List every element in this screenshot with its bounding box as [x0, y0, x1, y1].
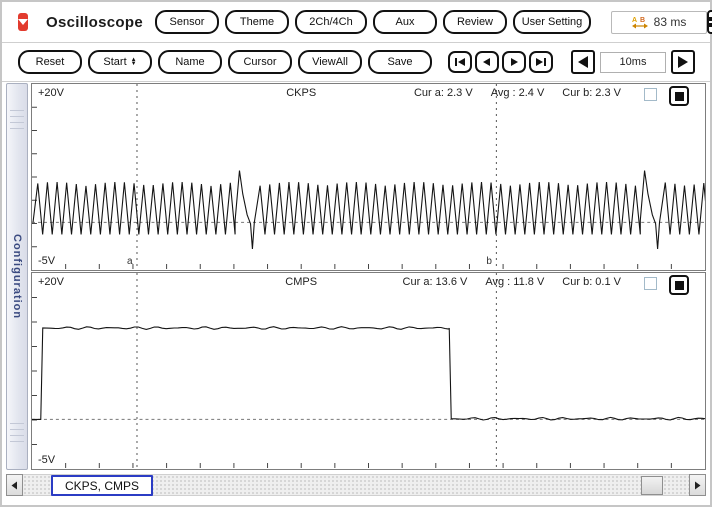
avg-value: Avg : 2.4 V	[491, 87, 545, 99]
save-button[interactable]: Save	[368, 50, 432, 74]
skip-to-end-icon	[535, 57, 547, 67]
viewall-button[interactable]: ViewAll	[298, 50, 362, 74]
channel-list-label: CKPS, CMPS	[51, 475, 153, 496]
cmps-chart-plot[interactable]	[32, 273, 705, 469]
timebase-value: 10ms	[600, 52, 666, 73]
sensor-button[interactable]: Sensor	[155, 10, 219, 34]
channel-color-swatch	[675, 92, 684, 101]
measurement-row: Cur a: 2.3 V Avg : 2.4 V Cur b: 2.3 V	[414, 87, 621, 99]
cursor-a-marker[interactable]: a	[127, 256, 133, 267]
start-button-label: Start	[103, 56, 126, 68]
page-title: Oscilloscope	[46, 14, 143, 31]
timebase-increase-button[interactable]	[671, 50, 695, 74]
main-area: Configuration +20V CKPS Cur a: 2.3 V Avg…	[2, 83, 710, 470]
channel-color-swatch	[675, 281, 684, 290]
scroll-left-button[interactable]	[6, 474, 23, 496]
reset-button[interactable]: Reset	[18, 50, 82, 74]
y-min-label: -5V	[38, 255, 55, 267]
timebase-decrease-button[interactable]	[571, 50, 595, 74]
step-back-button[interactable]	[475, 51, 499, 73]
cmps-channel-panel: +20V CMPS Cur a: 13.6 V Avg : 11.8 V Cur…	[31, 272, 706, 470]
channel-mode-button[interactable]: 2Ch/4Ch	[295, 10, 367, 34]
scrollbar-thumb[interactable]	[641, 476, 663, 495]
step-forward-icon	[509, 57, 519, 67]
skip-to-end-button[interactable]	[529, 51, 553, 73]
skip-to-start-button[interactable]	[448, 51, 472, 73]
name-button[interactable]: Name	[158, 50, 222, 74]
left-arrow-icon	[577, 55, 589, 69]
y-max-label: +20V	[38, 276, 64, 288]
horizontal-scrollbar[interactable]: CKPS, CMPS	[23, 474, 689, 496]
channel-name: CKPS	[286, 87, 316, 99]
chart-stack: +20V CKPS Cur a: 2.3 V Avg : 2.4 V Cur b…	[31, 83, 706, 470]
cursor-a-value: Cur a: 2.3 V	[414, 87, 473, 99]
cursor-b-value: Cur b: 0.1 V	[562, 276, 621, 288]
channel-color-button[interactable]	[669, 275, 689, 295]
y-min-label: -5V	[38, 454, 55, 466]
step-back-icon	[482, 57, 492, 67]
start-spinner-icon: ▲▼	[131, 58, 137, 66]
measurement-row: Cur a: 13.6 V Avg : 11.8 V Cur b: 0.1 V	[403, 276, 621, 288]
y-max-label: +20V	[38, 87, 64, 99]
channel-checkbox[interactable]	[644, 277, 657, 290]
timebase-group: 10ms	[571, 50, 695, 74]
start-button[interactable]: Start ▲▼	[88, 50, 152, 74]
channel-color-button[interactable]	[669, 86, 689, 106]
svg-text:B: B	[640, 17, 645, 24]
cursor-b-value: Cur b: 2.3 V	[562, 87, 621, 99]
cursor-button[interactable]: Cursor	[228, 50, 292, 74]
review-button[interactable]: Review	[443, 10, 507, 34]
menu-button[interactable]	[707, 10, 712, 34]
aux-button[interactable]: Aux	[373, 10, 437, 34]
ckps-channel-panel: +20V CKPS Cur a: 2.3 V Avg : 2.4 V Cur b…	[31, 83, 706, 271]
left-arrow-icon	[11, 481, 18, 490]
user-setting-button[interactable]: User Setting	[513, 10, 591, 34]
ckps-chart-plot[interactable]	[32, 84, 705, 270]
cursor-a-value: Cur a: 13.6 V	[403, 276, 468, 288]
step-forward-button[interactable]	[502, 51, 526, 73]
ab-cursor-time-icon: A B	[632, 15, 648, 29]
ab-time-value: 83 ms	[654, 15, 687, 29]
control-toolbar: Reset Start ▲▼ Name Cursor ViewAll Save …	[2, 43, 710, 82]
ab-time-display: A B 83 ms	[611, 11, 707, 34]
record-nav-group	[448, 51, 553, 73]
channel-checkbox[interactable]	[644, 88, 657, 101]
skip-to-start-icon	[454, 57, 466, 67]
red-dropdown-icon[interactable]	[18, 13, 28, 31]
chevron-down-icon	[18, 19, 28, 25]
cursor-b-marker[interactable]: b	[486, 256, 492, 267]
configuration-splitter[interactable]: Configuration	[6, 83, 28, 470]
theme-button[interactable]: Theme	[225, 10, 289, 34]
right-arrow-icon	[694, 481, 701, 490]
channel-name: CMPS	[285, 276, 317, 288]
avg-value: Avg : 11.8 V	[485, 276, 544, 288]
scroll-right-button[interactable]	[689, 474, 706, 496]
right-arrow-icon	[677, 55, 689, 69]
status-bar: CKPS, CMPS	[6, 474, 706, 496]
svg-text:A: A	[632, 17, 637, 24]
configuration-label: Configuration	[11, 234, 23, 319]
top-toolbar: Oscilloscope Sensor Theme 2Ch/4Ch Aux Re…	[2, 2, 710, 43]
